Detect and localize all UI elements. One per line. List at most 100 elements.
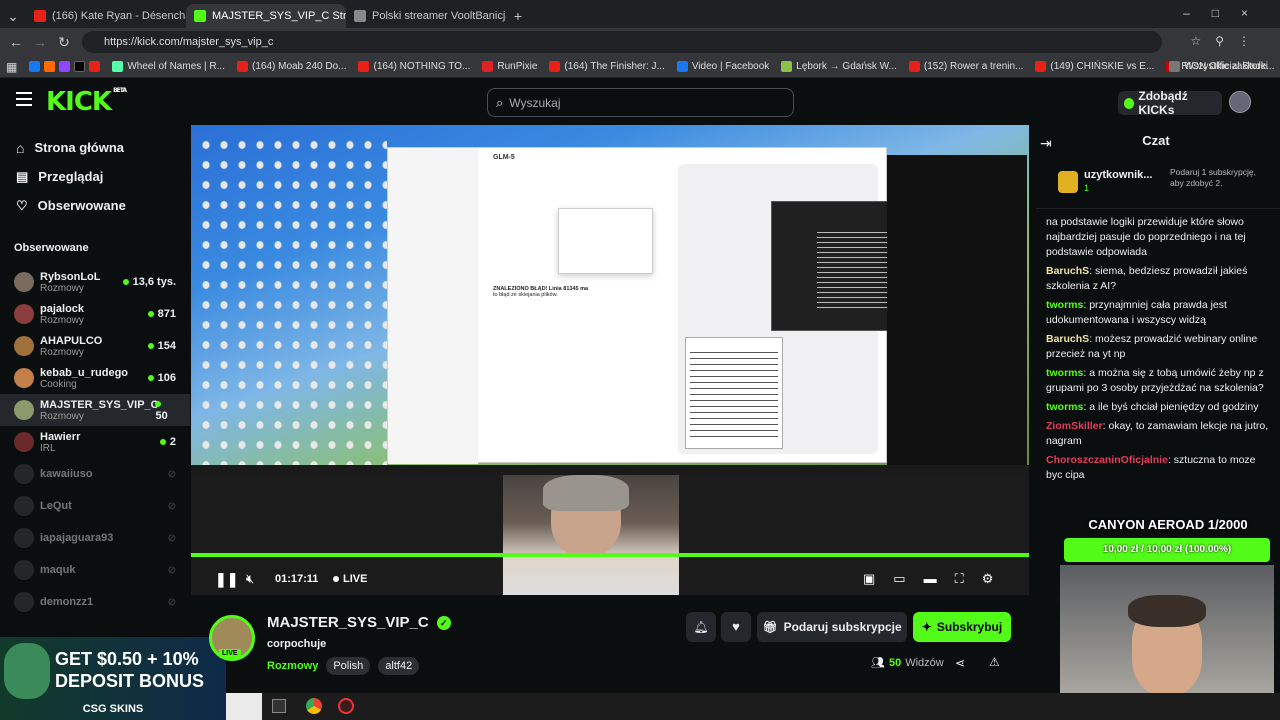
new-tab-button[interactable]: + [506, 4, 530, 28]
followed-channel[interactable]: RybsonLoL Rozmowy 13,6 tys. [0, 266, 190, 298]
followed-section-title: Obserwowane [14, 242, 89, 254]
youtube-icon [34, 10, 46, 22]
progress-track[interactable] [191, 553, 1029, 557]
pause-icon[interactable]: ❚❚ [215, 571, 238, 588]
chat-message: ZiomSkiller: okay, to zamawiam lekcje na… [1046, 420, 1269, 447]
gift-icon: 🎁︎ [762, 620, 778, 634]
browse-icon: ▤ [16, 168, 29, 184]
pip-icon: ▣ [863, 571, 894, 586]
bookmark-item[interactable]: (164) NOTHING TO... [352, 61, 476, 72]
chat-message: tworms: a ile byś chciał pieniędzy od go… [1046, 401, 1259, 413]
viewer-count: 50 [155, 398, 176, 422]
bookmark-item[interactable]: Video | Facebook [671, 61, 775, 72]
tag[interactable]: Polish [326, 657, 371, 675]
url-field[interactable]: https://kick.com/majster_sys_vip_c [82, 31, 1162, 53]
followed-channel[interactable]: AHAPULCO Rozmowy 154 [0, 330, 190, 362]
chat-username[interactable]: tworms [1046, 367, 1083, 379]
avatar[interactable] [1229, 91, 1251, 113]
followed-channel[interactable]: iapajaguara93 ⊘ [0, 522, 190, 554]
browser-tab[interactable]: Polski streamer VooltBanicja za× [346, 4, 506, 28]
video-player[interactable]: GLM-5 ZNALEZIONO BŁĄD! Linia 81345 ma to … [191, 125, 1029, 595]
notifications-button[interactable]: 🔔︎ [686, 612, 716, 642]
page-icon [354, 10, 366, 22]
tab-list-icon[interactable]: ⌄ [0, 4, 26, 28]
elapsed-time: 01:17:11 [275, 573, 319, 585]
bookmark-item[interactable]: (164) Moab 240 Do... [231, 61, 353, 72]
follow-button[interactable]: ♥ [721, 612, 751, 642]
theater-icon: ▬ [923, 571, 955, 586]
chat-username[interactable]: BaruchS [1046, 265, 1089, 277]
tag[interactable]: altf42 [378, 657, 420, 675]
followed-list: RybsonLoL Rozmowy 13,6 tys. pajalock Rozm… [0, 266, 190, 618]
followed-channel[interactable]: demonzz1 ⊘ [0, 586, 190, 618]
gift-sub-button[interactable]: 🎁︎ Podaruj subskrypcje [757, 612, 907, 642]
terminal-app-icon[interactable] [272, 699, 286, 713]
avatar [14, 528, 34, 548]
viewer-count: 871 [147, 308, 176, 320]
avatar [14, 464, 34, 484]
windows-taskbar [226, 693, 1280, 720]
nav-browse[interactable]: ▤ Przeglądaj [0, 162, 190, 191]
mute-icon[interactable]: 🔇︎ [246, 571, 254, 587]
subscribe-button[interactable]: ✦ Subskrybuj [913, 612, 1011, 642]
bookmark-item[interactable]: RunPixie [476, 61, 543, 72]
avatar [14, 432, 34, 452]
bookmark-item[interactable]: (149) CHIŃSKIE vs E... [1029, 61, 1160, 72]
home-icon: ⌂ [16, 139, 25, 156]
avatar [14, 400, 34, 420]
chat-message: tworms: przynajmniej cała prawda jest ud… [1046, 299, 1227, 326]
browser-toolbar-icons[interactable]: ☆⚲⋮ [1190, 34, 1264, 48]
browser-tab[interactable]: (166) Kate Ryan - Désenchan× [26, 4, 186, 28]
back-icon[interactable]: ← [4, 34, 28, 50]
search-box[interactable] [226, 693, 262, 720]
screen-taskbar [191, 465, 1029, 475]
bookmark-item[interactable]: (152) Rower a trenin... [903, 61, 1030, 72]
chat-username[interactable]: ZiomSkiller [1046, 420, 1103, 432]
chat-messages: na podstawie logiki przewiduje które sło… [1036, 213, 1280, 485]
followed-channel[interactable]: kebab_u_rudego Cooking 106 [0, 362, 190, 394]
followed-channel[interactable]: MAJSTER_SYS_VIP_C Rozmowy 50 [0, 394, 190, 426]
nav-home[interactable]: ⌂ Strona główna [0, 133, 190, 162]
site-header: KICK BETA ⌕ Wyszukaj Zdobądź KICKs [0, 79, 1280, 125]
get-kicks-button[interactable]: Zdobądź KICKs [1118, 89, 1222, 117]
browser-tab-active[interactable]: MAJSTER_SYS_VIP_C Stream - V× [186, 4, 346, 28]
bookmark-item[interactable]: Wheel of Names | R... [106, 61, 231, 72]
bookmark-item[interactable]: Lębork → Gdańsk W... [775, 61, 903, 72]
chat-username[interactable]: tworms [1046, 401, 1083, 413]
nav-following[interactable]: ♡ Obserwowane [0, 191, 190, 220]
bookmark-icons[interactable] [23, 61, 106, 72]
pinned-gift-banner[interactable]: uzytkownik... 1 Podaruj 1 subskrypcję, a… [1036, 157, 1280, 209]
followed-channel[interactable]: kawaiiuso ⊘ [0, 458, 190, 490]
menu-icon[interactable] [16, 92, 32, 106]
search-icon: ⌕ [496, 94, 504, 110]
offline-icon: ⊘ [167, 564, 176, 576]
followed-channel[interactable]: LeQut ⊘ [0, 490, 190, 522]
kick-icon [194, 10, 206, 22]
player-controls-right[interactable]: ▣▭▬⛶⚙ [863, 571, 1011, 587]
followed-channel[interactable]: maquk ⊘ [0, 554, 190, 586]
followed-channel[interactable]: Hawierr IRL 2 [0, 426, 190, 458]
chat-username[interactable]: tworms [1046, 299, 1083, 311]
reload-icon[interactable]: ↻ [52, 34, 76, 51]
obs-icon[interactable] [338, 698, 354, 714]
share-icon[interactable]: ⋖ [955, 656, 965, 670]
forward-icon[interactable]: → [28, 34, 52, 50]
chat-username[interactable]: BaruchS [1046, 333, 1089, 345]
window-controls[interactable]: –□× [1183, 6, 1270, 20]
chat-message: tworms: a można się z tobą umówić żeby n… [1046, 367, 1264, 394]
bookmark-item[interactable]: (164) The Finisher: J... [543, 61, 670, 72]
webcam-feed [503, 475, 679, 595]
all-bookmarks[interactable]: Wszystkie zakładki [1163, 61, 1274, 72]
fullscreen-icon: ⛶ [954, 571, 982, 586]
offline-icon: ⊘ [167, 596, 176, 608]
chat-username[interactable]: ChoroszczaninOficjalnie [1046, 454, 1168, 466]
search-input[interactable]: ⌕ Wyszukaj [487, 88, 794, 117]
viewer-count: 106 [147, 372, 176, 384]
followed-channel[interactable]: pajalock Rozmowy 871 [0, 298, 190, 330]
report-icon[interactable]: ⚠ [989, 655, 1000, 669]
chrome-icon[interactable] [306, 698, 322, 714]
apps-icon[interactable]: ▦ [0, 60, 23, 74]
kick-logo[interactable]: KICK BETA [46, 87, 127, 117]
category-link[interactable]: Rozmowy [267, 660, 318, 672]
channel-name[interactable]: MAJSTER_SYS_VIP_C ✓ [267, 614, 451, 631]
